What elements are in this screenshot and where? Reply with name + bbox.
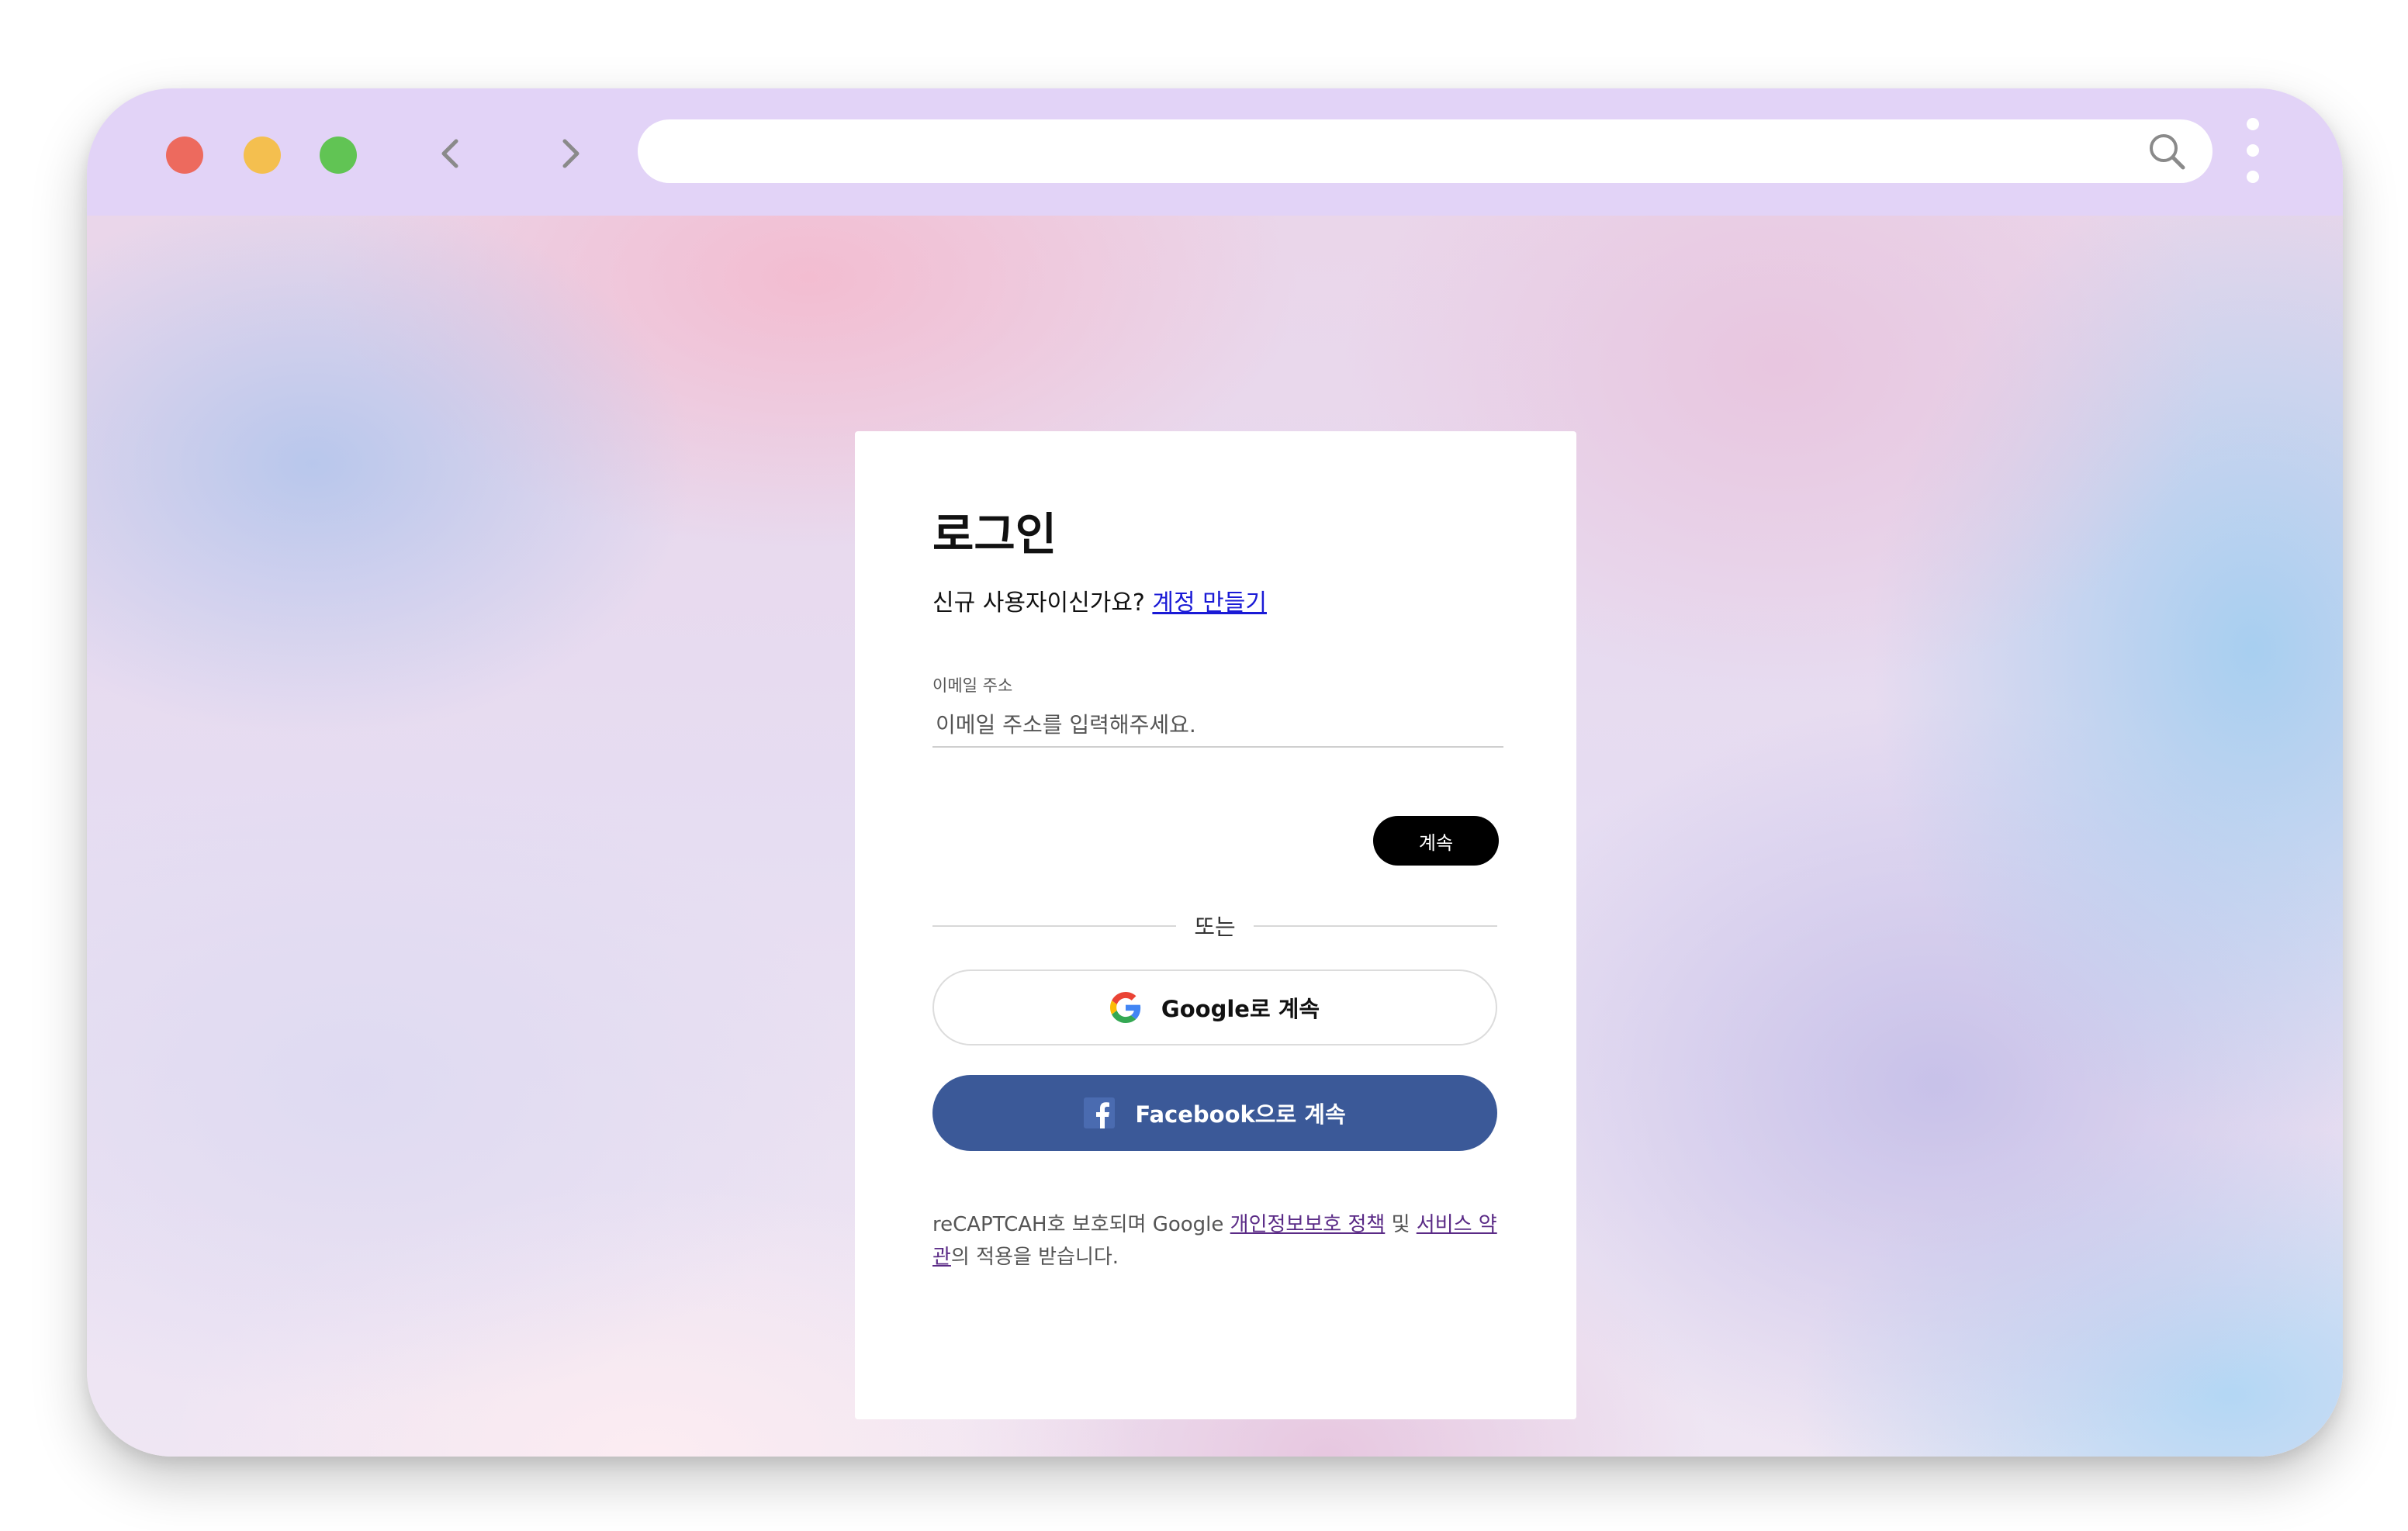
new-user-text: 신규 사용자이신가요? — [932, 589, 1145, 617]
address-bar[interactable] — [638, 119, 2213, 183]
search-icon[interactable] — [2146, 130, 2189, 174]
google-login-button[interactable]: Google로 계속 — [932, 969, 1497, 1045]
login-card: 로그인 신규 사용자이신가요? 계정 만들기 이메일 주소 계속 또는 Goog… — [855, 431, 1576, 1419]
privacy-policy-link[interactable]: 개인정보보호 정책 — [1230, 1213, 1386, 1236]
page-title: 로그인 — [932, 508, 1057, 561]
email-label: 이메일 주소 — [932, 676, 1013, 695]
close-window-button[interactable] — [166, 137, 203, 174]
divider-line — [932, 925, 1176, 927]
back-icon — [441, 139, 458, 168]
signup-prompt: 신규 사용자이신가요? 계정 만들기 — [932, 583, 1267, 617]
divider-line — [1254, 925, 1497, 927]
page-background: 로그인 신규 사용자이신가요? 계정 만들기 이메일 주소 계속 또는 Goog… — [87, 216, 2343, 1457]
facebook-button-label: Facebook으로 계속 — [1135, 1101, 1346, 1128]
create-account-link[interactable]: 계정 만들기 — [1152, 589, 1267, 617]
browser-toolbar — [87, 88, 2343, 216]
legal-prefix-text: reCAPTCAH호 보호되며 Google — [932, 1213, 1224, 1236]
forward-button[interactable] — [545, 129, 594, 178]
legal-and-text: 및 — [1391, 1213, 1410, 1236]
back-button[interactable] — [427, 129, 476, 178]
facebook-login-button[interactable]: Facebook으로 계속 — [932, 1075, 1497, 1151]
maximize-window-button[interactable] — [320, 137, 357, 174]
forward-icon — [562, 139, 580, 168]
recaptcha-notice: reCAPTCAH호 보호되며 Google 개인정보보호 정책 및 서비스 약… — [932, 1208, 1507, 1274]
google-icon — [1109, 992, 1141, 1023]
legal-suffix-text: 의 적용을 받습니다. — [950, 1246, 1119, 1269]
browser-window: 로그인 신규 사용자이신가요? 계정 만들기 이메일 주소 계속 또는 Goog… — [87, 88, 2343, 1457]
continue-button[interactable]: 계속 — [1373, 816, 1499, 866]
minimize-window-button[interactable] — [244, 137, 281, 174]
facebook-icon — [1084, 1097, 1116, 1128]
divider-text: 또는 — [1194, 914, 1236, 940]
google-button-label: Google로 계속 — [1161, 996, 1320, 1022]
more-vertical-icon[interactable] — [2244, 118, 2262, 185]
email-input[interactable] — [932, 703, 1503, 748]
